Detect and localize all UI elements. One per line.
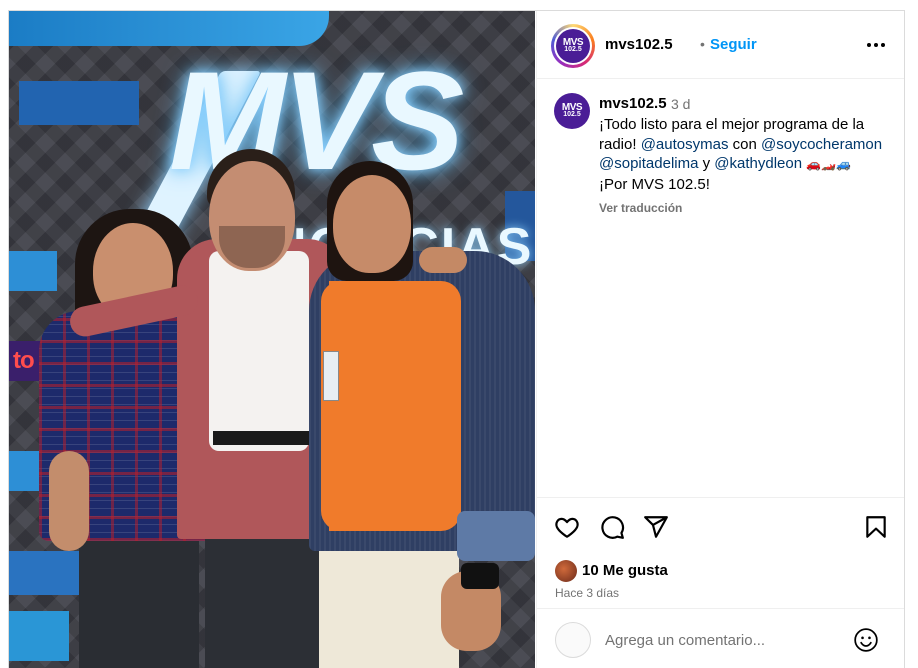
translate-link[interactable]: Ver traducción <box>599 201 682 215</box>
post-actions: 10 Me gusta Hace 3 días <box>537 497 904 607</box>
mention-link[interactable]: @soycocheramon <box>761 136 882 153</box>
caption-avatar[interactable]: MVS 102.5 <box>554 93 590 129</box>
post-photo[interactable]: to MVS NOTICIAS <box>9 11 535 668</box>
bookmark-icon[interactable] <box>863 514 891 542</box>
post-side-panel: MVS 102.5 mvs102.5 • Seguir MVS 102.5 mv… <box>536 11 904 668</box>
mention-link[interactable]: @sopitadelima <box>599 155 698 172</box>
caption-text: ¡Todo listo para el mejor programa de la… <box>599 115 899 194</box>
separator-dot: • <box>700 36 705 52</box>
smiley-icon[interactable] <box>853 627 879 653</box>
comment-input[interactable]: Agrega un comentario... <box>605 632 765 649</box>
mvs-logo-icon: MVS 102.5 <box>554 93 590 129</box>
acoustic-panel <box>9 551 79 595</box>
acoustic-panel <box>19 81 139 125</box>
user-avatar <box>555 622 591 658</box>
caption-time[interactable]: 3 d <box>671 96 690 112</box>
liker-avatar[interactable] <box>555 560 577 582</box>
avatar[interactable]: MVS 102.5 <box>551 24 595 68</box>
vehicle-emojis: 🚗🏎️🚙 <box>806 157 852 171</box>
likes-count[interactable]: 10 Me gusta <box>582 562 668 579</box>
heart-icon[interactable] <box>554 514 582 542</box>
mention-link[interactable]: @kathydleon <box>714 155 802 172</box>
comment-icon[interactable] <box>599 514 627 542</box>
post-modal: to MVS NOTICIAS <box>8 10 905 668</box>
mention-link[interactable]: @autosymas <box>641 136 729 153</box>
follow-button[interactable]: Seguir <box>710 36 757 53</box>
header-username[interactable]: mvs102.5 <box>605 36 673 53</box>
caption: MVS 102.5 mvs102.5 3 d ¡Todo listo para … <box>537 80 904 496</box>
acoustic-panel <box>9 611 69 661</box>
share-icon[interactable] <box>643 514 671 542</box>
acoustic-panel <box>9 251 57 291</box>
caption-username[interactable]: mvs102.5 <box>599 95 667 112</box>
comment-box: Agrega un comentario... <box>537 608 904 668</box>
caption-text-part: con <box>728 135 761 153</box>
post-time-ago: Hace 3 días <box>555 586 620 600</box>
more-options-icon[interactable] <box>864 35 888 55</box>
post-header: MVS 102.5 mvs102.5 • Seguir <box>537 11 904 79</box>
caption-text-part: y <box>698 155 715 172</box>
studio-banner <box>9 11 329 46</box>
led-sign-text: to <box>13 347 35 374</box>
caption-text-part: ¡Por MVS 102.5! <box>599 175 710 193</box>
mvs-logo-icon: MVS 102.5 <box>556 29 590 63</box>
